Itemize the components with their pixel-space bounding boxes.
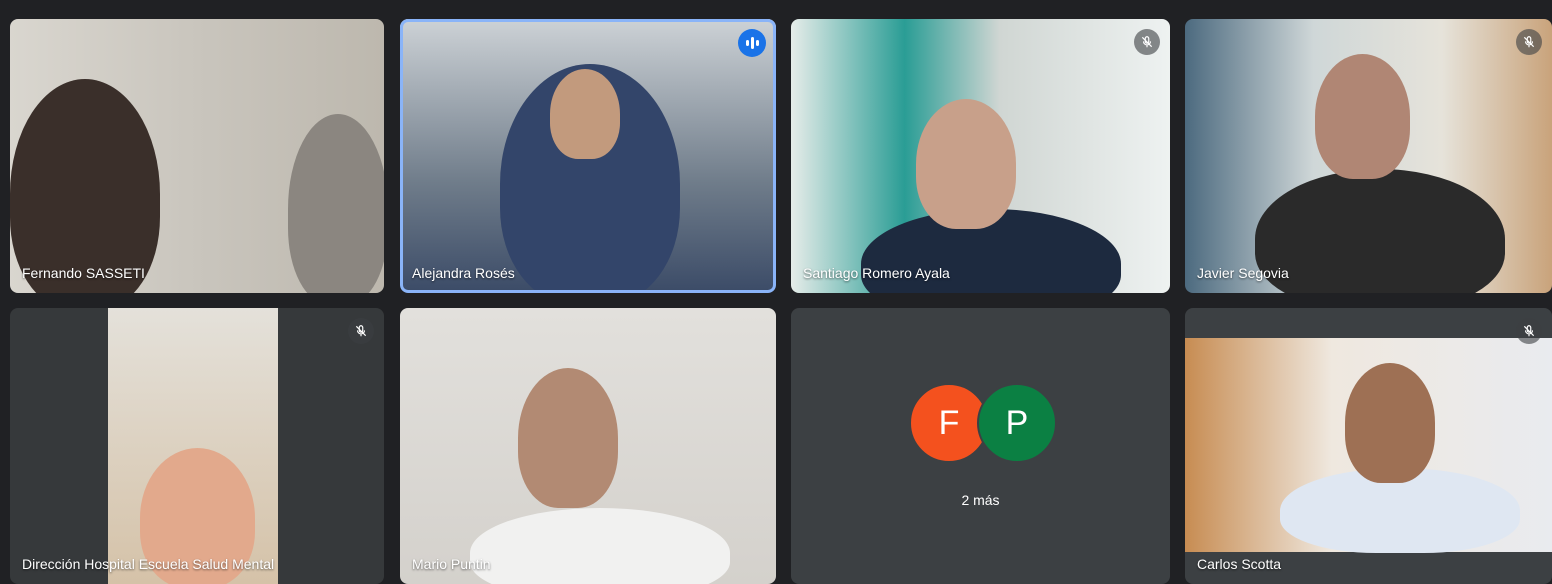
avatar-letter: F (938, 403, 960, 442)
participant-tile-fernando[interactable]: Fernando SASSETI (10, 19, 384, 293)
participant-name: Mario Puntin (412, 556, 491, 572)
mic-off-icon (1516, 318, 1542, 344)
participant-name: Alejandra Rosés (412, 265, 515, 281)
avatar-letter: P (1005, 403, 1029, 442)
participant-tile-carlos[interactable]: Carlos Scotta (1185, 308, 1552, 584)
participant-name: Javier Segovia (1197, 265, 1289, 281)
participant-video (791, 19, 1170, 293)
more-participants-tile[interactable]: F P 2 más (791, 308, 1170, 584)
meeting-grid: Fernando SASSETI Alejandra Rosés Santiag… (0, 0, 1552, 584)
participant-name: Carlos Scotta (1197, 556, 1282, 572)
participant-video (400, 308, 776, 584)
participant-name: Fernando SASSETI (22, 265, 145, 281)
participant-video (1185, 19, 1552, 293)
participant-tile-javier[interactable]: Javier Segovia (1185, 19, 1552, 293)
mic-off-icon (1134, 29, 1160, 55)
participant-tile-direccion[interactable]: Dirección Hospital Escuela Salud Mental (10, 308, 384, 584)
participant-name: Dirección Hospital Escuela Salud Mental (22, 556, 275, 572)
participant-tile-alejandra[interactable]: Alejandra Rosés (400, 19, 776, 293)
participant-video (10, 19, 384, 293)
mic-off-icon (1516, 29, 1542, 55)
participant-tile-santiago[interactable]: Santiago Romero Ayala (791, 19, 1170, 293)
mic-off-icon (348, 318, 374, 344)
more-participants-label: 2 más (961, 492, 1000, 508)
participant-tile-mario[interactable]: Mario Puntin (400, 308, 776, 584)
overflow-avatars: F P (791, 308, 1170, 584)
participant-video (1185, 308, 1552, 584)
participant-video (10, 308, 384, 584)
participant-name: Santiago Romero Ayala (803, 265, 950, 281)
avatar: P (977, 383, 1057, 463)
participant-video (400, 19, 776, 293)
audio-level-icon (738, 29, 766, 57)
